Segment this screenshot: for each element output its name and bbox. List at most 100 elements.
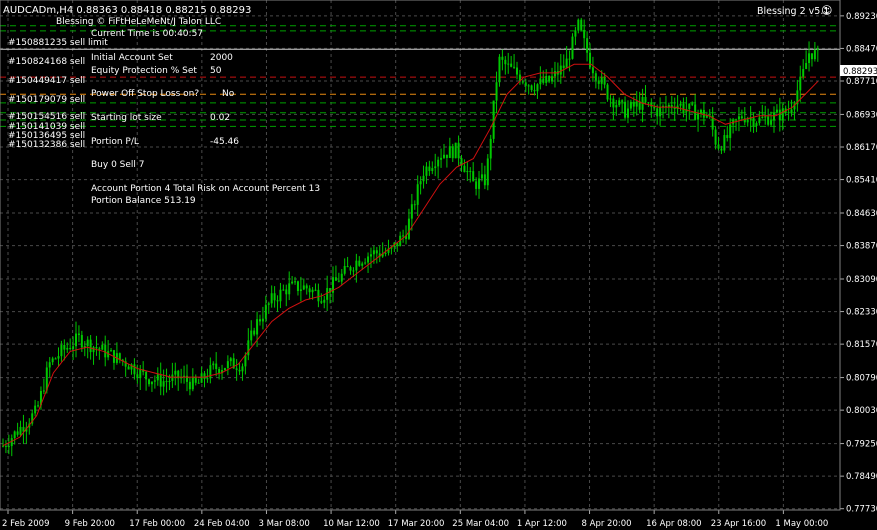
candle-body <box>729 124 732 138</box>
candle-body <box>752 117 755 126</box>
candle-body <box>702 109 705 118</box>
candle-body <box>48 362 51 368</box>
candle-body <box>72 346 75 349</box>
order-label[interactable]: #150179079 sell <box>8 95 85 105</box>
candle-body <box>285 289 288 295</box>
equity-protection-value: 50 <box>210 66 222 76</box>
y-tick-label: 0.77730 <box>846 505 877 515</box>
candle-body <box>772 112 775 121</box>
candle-body <box>148 379 151 385</box>
candle-body <box>291 281 294 284</box>
candle-body <box>191 376 194 390</box>
candle-body <box>416 184 419 205</box>
y-tick-label: 0.84630 <box>846 209 877 219</box>
candle-body <box>515 67 518 75</box>
candle-body <box>507 63 510 65</box>
candle-body <box>410 204 413 219</box>
candle-body <box>536 84 539 92</box>
candle-body <box>577 19 580 31</box>
candle-body <box>42 390 45 392</box>
candle-body <box>63 345 66 350</box>
candle-body <box>296 281 299 291</box>
candle-body <box>495 82 498 101</box>
candle-body <box>352 270 355 272</box>
candle-body <box>553 71 556 77</box>
y-tick-label: 0.79250 <box>846 440 877 450</box>
candle-body <box>737 116 740 120</box>
candle-body <box>197 382 200 384</box>
y-tick-label: 0.86930 <box>846 110 877 120</box>
candle-body <box>69 347 72 349</box>
order-label[interactable]: #150154516 sell <box>8 112 85 122</box>
candle-body <box>317 289 320 302</box>
candle-body <box>559 65 562 75</box>
candle-body <box>437 159 440 167</box>
candle-body <box>659 107 662 117</box>
y-tick-label: 0.89230 <box>846 12 877 22</box>
candle-body <box>162 381 165 387</box>
x-tick-label: 3 Mar 08:00 <box>258 519 309 529</box>
x-tick-label: 8 Apr 20:00 <box>582 519 632 529</box>
candle-body <box>215 363 218 370</box>
candle-body <box>781 108 784 121</box>
candle-body <box>597 80 600 84</box>
candle-body <box>723 135 726 151</box>
order-label[interactable]: #150824168 sell <box>8 57 85 67</box>
candle-body <box>80 335 83 348</box>
order-label[interactable]: #150449417 sell <box>8 76 85 86</box>
candle-body <box>258 319 261 322</box>
candle-body <box>691 103 694 105</box>
candle-body <box>463 165 466 173</box>
x-tick-label: 17 Feb 00:00 <box>129 519 185 529</box>
y-tick-label: 0.83090 <box>846 275 877 285</box>
candle-body <box>647 102 650 104</box>
order-label[interactable]: #150881235 sell limit <box>8 38 108 48</box>
candle-body <box>524 82 527 86</box>
candle-body <box>761 117 764 119</box>
candle-body <box>615 105 618 108</box>
order-label[interactable]: #150132386 sell <box>8 140 85 150</box>
candle-body <box>422 175 425 182</box>
candle-body <box>203 373 206 379</box>
candle-body <box>66 347 69 350</box>
candle-body <box>349 267 352 271</box>
candle-body <box>273 293 276 301</box>
candle-body <box>714 129 717 145</box>
candle-body <box>238 369 241 372</box>
buy-sell-count: Buy 0 Sell 7 <box>91 160 145 170</box>
candle-body <box>288 283 291 295</box>
candle-body <box>609 98 612 100</box>
candle-body <box>548 75 551 82</box>
candle-body <box>127 366 130 370</box>
candle-body <box>673 107 676 110</box>
y-tick-label: 0.86170 <box>846 143 877 153</box>
power-off-value: No <box>222 89 235 99</box>
price-chart[interactable]: 0.89230 0.88470 0.87710 0.86930 0.86170 0.854… <box>0 0 877 530</box>
equity-protection-label: Equity Protection % Set <box>91 66 197 76</box>
candle-body <box>767 116 770 125</box>
candle-body <box>279 289 282 302</box>
candle-body <box>13 431 16 439</box>
candle-body <box>98 348 101 350</box>
candle-body <box>334 277 337 281</box>
candle-body <box>626 108 629 118</box>
candle-body <box>206 378 209 380</box>
x-tick-label: 24 Feb 04:00 <box>194 519 250 529</box>
candle-body <box>86 339 89 346</box>
candle-body <box>320 301 323 303</box>
candle-body <box>650 102 653 107</box>
candle-body <box>758 117 761 124</box>
candle-body <box>545 75 548 83</box>
candle-body <box>478 178 481 189</box>
candle-body <box>787 112 790 114</box>
candle-body <box>145 371 148 380</box>
candle-body <box>37 405 40 407</box>
candle-body <box>580 19 583 30</box>
portion-pl-label: Portion P/L <box>91 137 139 147</box>
y-tick-label: 0.88470 <box>846 44 877 54</box>
candle-body <box>428 166 431 172</box>
candle-body <box>644 97 647 103</box>
x-tick-label: 16 Apr 08:00 <box>646 519 701 529</box>
candle-body <box>150 381 153 385</box>
candle-body <box>574 30 577 37</box>
